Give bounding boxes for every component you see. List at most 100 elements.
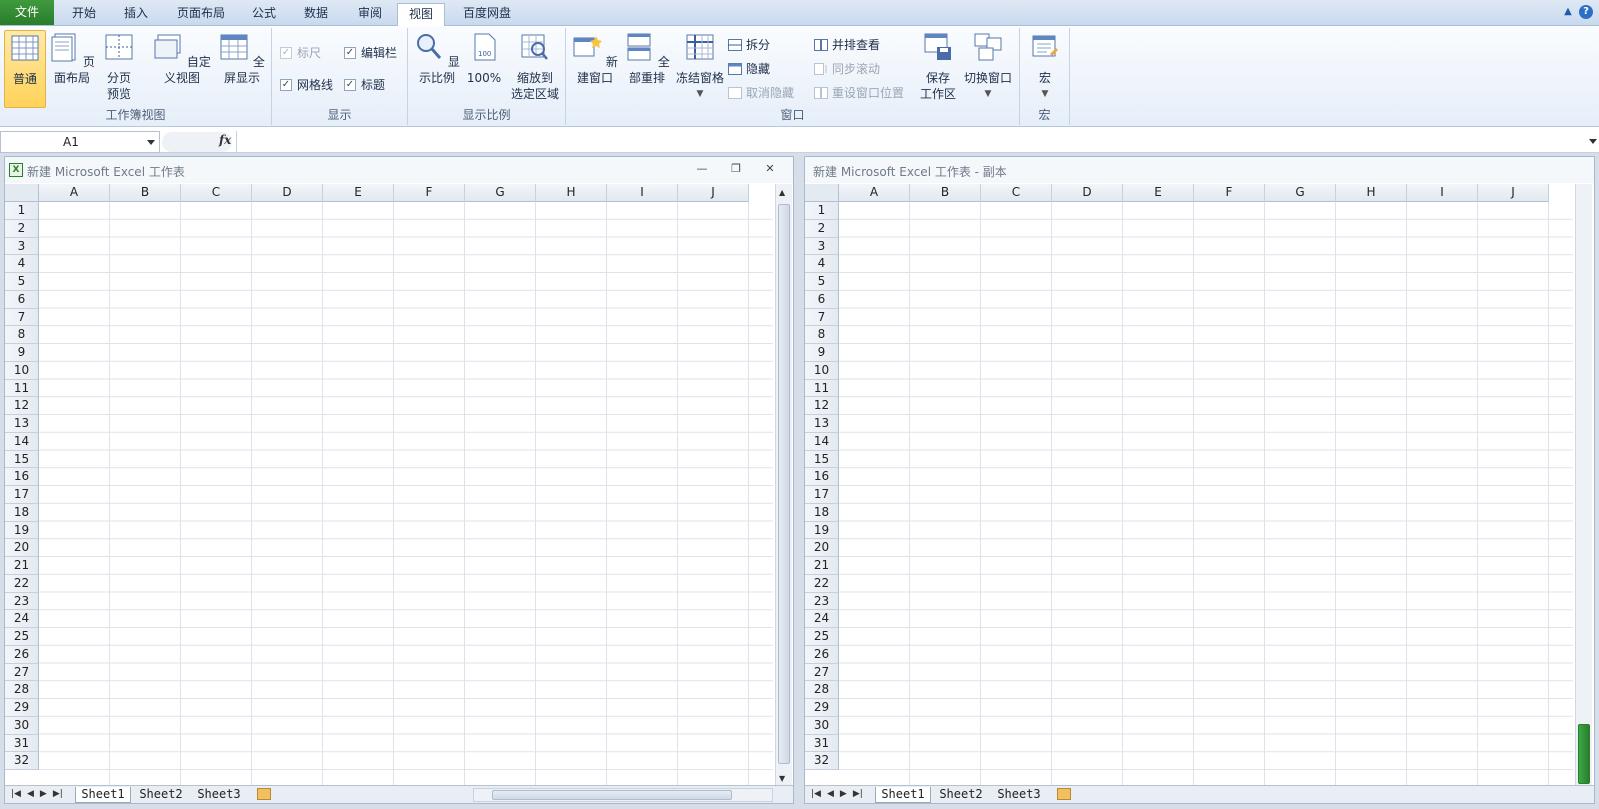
select-all-corner[interactable] xyxy=(5,184,39,202)
column-header[interactable]: F xyxy=(1194,184,1265,202)
help-icon[interactable]: ? xyxy=(1579,5,1593,19)
row-header[interactable]: 8 xyxy=(5,326,39,344)
column-header[interactable]: B xyxy=(910,184,981,202)
worksheet-grid[interactable]: ABCDEFGHIJ 1 2 3 4 5 6 7 8 9 10 11 12 13 14 15 16 17 18 19… xyxy=(5,184,773,787)
row-header[interactable]: 8 xyxy=(805,326,839,344)
row-header[interactable]: 11 xyxy=(5,379,39,398)
horizontal-scrollbar[interactable] xyxy=(473,788,773,802)
sheet-tab-sheet1[interactable]: Sheet1 xyxy=(875,787,931,803)
cell-area[interactable] xyxy=(839,202,1573,787)
window-title-bar[interactable]: X 新建 Microsoft Excel 工作表 — ❐ ✕ xyxy=(5,157,793,183)
vertical-scroll-thumb[interactable] xyxy=(778,204,790,764)
row-header[interactable]: 5 xyxy=(5,273,39,291)
column-header[interactable]: G xyxy=(465,184,536,202)
page-break-preview-button[interactable]: 分页 预览 xyxy=(98,30,140,102)
macros-button[interactable]: 宏 ▼ xyxy=(1026,30,1064,102)
column-header[interactable]: I xyxy=(1407,184,1478,202)
row-header[interactable]: 16 xyxy=(5,468,39,486)
vertical-scrollbar[interactable]: ▲ ▼ xyxy=(775,184,792,787)
synchronous-scrolling-button[interactable]: 同步滚动 xyxy=(814,60,880,77)
column-header[interactable]: J xyxy=(678,184,749,202)
row-header[interactable]: 3 xyxy=(805,237,839,256)
row-header[interactable]: 14 xyxy=(805,432,839,451)
row-header[interactable]: 7 xyxy=(805,308,839,327)
tab-formulas[interactable]: 公式 xyxy=(242,3,286,25)
row-header[interactable]: 29 xyxy=(805,699,839,717)
row-header[interactable]: 17 xyxy=(5,486,39,504)
column-header[interactable]: H xyxy=(1336,184,1407,202)
row-header[interactable]: 13 xyxy=(805,415,839,433)
new-window-button[interactable]: 新建窗口 xyxy=(570,30,620,86)
insert-sheet-icon[interactable] xyxy=(1057,788,1071,800)
row-header[interactable]: 21 xyxy=(805,557,839,575)
formula-input[interactable] xyxy=(236,131,1585,153)
normal-view-button[interactable]: 普通 xyxy=(4,30,46,108)
zoom-button[interactable]: 显示比例 xyxy=(412,30,462,86)
last-sheet-icon[interactable]: ▶| xyxy=(853,789,863,799)
row-header[interactable]: 28 xyxy=(805,681,839,699)
scroll-up-icon[interactable]: ▲ xyxy=(779,188,785,197)
row-header[interactable]: 22 xyxy=(805,574,839,593)
row-header[interactable]: 26 xyxy=(805,645,839,664)
first-sheet-icon[interactable]: |◀ xyxy=(811,789,821,799)
row-header[interactable]: 12 xyxy=(5,397,39,415)
view-side-by-side-button[interactable]: 并排查看 xyxy=(814,36,880,53)
column-header[interactable]: C xyxy=(181,184,252,202)
column-header[interactable]: B xyxy=(110,184,181,202)
row-header[interactable]: 23 xyxy=(5,592,39,611)
sheet-tab-sheet2[interactable]: Sheet2 xyxy=(933,787,989,803)
zoom-to-selection-button[interactable]: 缩放到 选定区域 xyxy=(508,30,562,102)
column-header[interactable]: E xyxy=(1123,184,1194,202)
vertical-scroll-thumb[interactable] xyxy=(1578,724,1590,784)
gridlines-checkbox[interactable]: ✓ 网格线 xyxy=(280,76,333,93)
row-header[interactable]: 29 xyxy=(5,699,39,717)
row-header[interactable]: 30 xyxy=(805,716,839,735)
prev-sheet-icon[interactable]: ◀ xyxy=(27,789,34,799)
cell-area[interactable] xyxy=(39,202,773,787)
row-header[interactable]: 25 xyxy=(805,628,839,646)
select-all-corner[interactable] xyxy=(805,184,839,202)
row-header[interactable]: 31 xyxy=(805,734,839,753)
next-sheet-icon[interactable]: ▶ xyxy=(840,789,847,799)
row-header[interactable]: 4 xyxy=(805,255,839,273)
row-header[interactable]: 7 xyxy=(5,308,39,327)
row-header[interactable]: 10 xyxy=(805,361,839,380)
row-header[interactable]: 32 xyxy=(805,752,839,770)
row-header[interactable]: 5 xyxy=(805,273,839,291)
row-header[interactable]: 13 xyxy=(5,415,39,433)
tab-baidu-netdisk[interactable]: 百度网盘 xyxy=(452,3,522,25)
row-header[interactable]: 17 xyxy=(805,486,839,504)
custom-views-button[interactable]: 自定义视图 xyxy=(150,30,214,86)
column-header[interactable]: D xyxy=(252,184,323,202)
row-header[interactable]: 31 xyxy=(5,734,39,753)
column-header[interactable]: D xyxy=(1052,184,1123,202)
window-title-bar[interactable]: 新建 Microsoft Excel 工作表 - 副本 xyxy=(805,157,1594,183)
row-header[interactable]: 30 xyxy=(5,716,39,735)
expand-formula-bar-icon[interactable] xyxy=(1589,139,1597,144)
first-sheet-icon[interactable]: |◀ xyxy=(11,789,21,799)
row-header[interactable]: 3 xyxy=(5,237,39,256)
chevron-down-icon[interactable] xyxy=(147,140,155,145)
row-header[interactable]: 20 xyxy=(5,539,39,557)
row-header[interactable]: 6 xyxy=(805,290,839,309)
last-sheet-icon[interactable]: ▶| xyxy=(53,789,63,799)
switch-windows-button[interactable]: 切换窗口 ▼ xyxy=(960,30,1016,102)
insert-sheet-icon[interactable] xyxy=(257,788,271,800)
arrange-all-button[interactable]: 全部重排 xyxy=(622,30,672,86)
column-header[interactable]: E xyxy=(323,184,394,202)
column-header[interactable]: J xyxy=(1478,184,1549,202)
column-header[interactable]: H xyxy=(536,184,607,202)
row-header[interactable]: 2 xyxy=(805,219,839,238)
tab-page-layout[interactable]: 页面布局 xyxy=(166,3,236,25)
sheet-tab-sheet3[interactable]: Sheet3 xyxy=(991,787,1047,803)
freeze-panes-button[interactable]: 冻结窗格 ▼ xyxy=(674,30,726,102)
prev-sheet-icon[interactable]: ◀ xyxy=(827,789,834,799)
sheet-tab-sheet2[interactable]: Sheet2 xyxy=(133,787,189,803)
insert-function-icon[interactable]: fx xyxy=(219,133,231,147)
tab-view[interactable]: 视图 xyxy=(397,3,445,27)
row-header[interactable]: 24 xyxy=(805,610,839,628)
row-header[interactable]: 18 xyxy=(5,503,39,522)
restore-icon[interactable]: ❐ xyxy=(729,162,743,175)
row-header[interactable]: 15 xyxy=(805,450,839,469)
row-header[interactable]: 18 xyxy=(805,503,839,522)
